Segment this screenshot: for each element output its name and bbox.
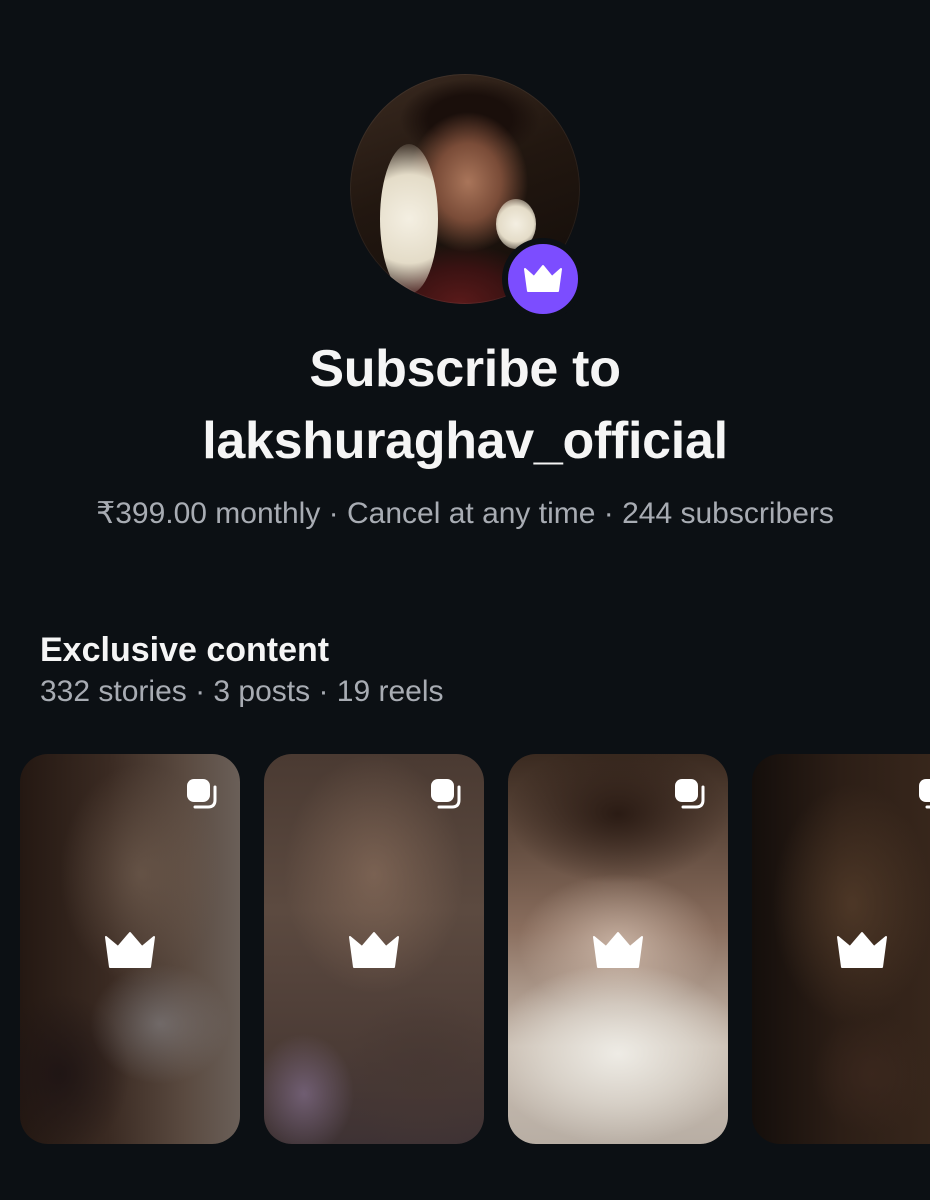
profile-avatar-container[interactable] bbox=[350, 74, 584, 320]
multiple-posts-icon bbox=[431, 779, 461, 809]
multiple-posts-icon bbox=[675, 779, 705, 809]
locked-content-card[interactable] bbox=[20, 754, 240, 1144]
exclusive-content-summary: 332 stories · 3 posts · 19 reels bbox=[40, 675, 444, 708]
locked-content-card[interactable] bbox=[264, 754, 484, 1144]
locked-content-card[interactable] bbox=[508, 754, 728, 1144]
page-title: Subscribe to lakshuraghav_official bbox=[0, 333, 930, 477]
title-username: lakshuraghav_official bbox=[202, 412, 728, 470]
crown-icon bbox=[837, 932, 887, 968]
multiple-posts-icon bbox=[187, 779, 217, 809]
exclusive-content-heading: Exclusive content bbox=[40, 631, 330, 669]
crown-icon bbox=[524, 265, 562, 292]
subscriber-crown-badge bbox=[502, 238, 584, 320]
locked-content-card[interactable] bbox=[752, 754, 930, 1144]
crown-icon bbox=[349, 932, 399, 968]
avatar-garland-left bbox=[380, 144, 438, 294]
subscribe-screen: Subscribe to lakshuraghav_official ₹399.… bbox=[0, 0, 930, 1200]
exclusive-content-carousel[interactable] bbox=[20, 754, 930, 1146]
subscription-meta: ₹399.00 monthly · Cancel at any time · 2… bbox=[96, 497, 834, 530]
crown-icon bbox=[593, 932, 643, 968]
title-line-1: Subscribe to bbox=[309, 340, 621, 398]
crown-icon bbox=[105, 932, 155, 968]
multiple-posts-icon bbox=[919, 779, 930, 809]
